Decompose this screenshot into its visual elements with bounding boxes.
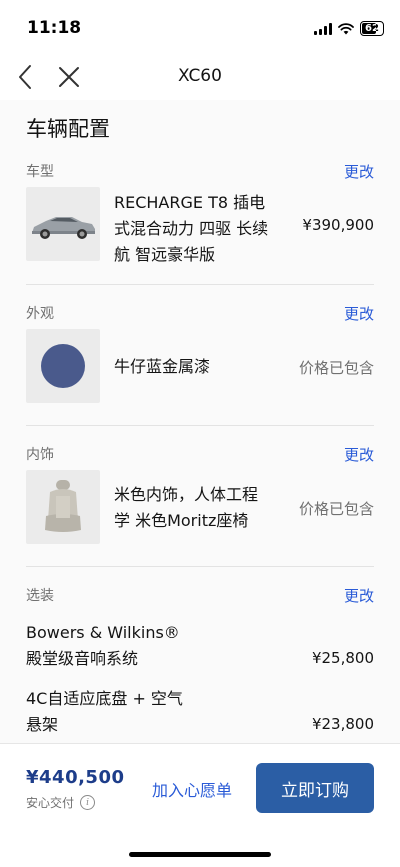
interior-name: 米色内饰，人体工程 学 米色Moritz座椅 xyxy=(114,485,259,530)
configuration-content[interactable]: 车辆配置 车型 更改 RECHARGE T8 插电 式混合动力 四驱 长续 航 … xyxy=(0,100,400,743)
add-to-wishlist-link[interactable]: 加入心愿单 xyxy=(152,777,232,801)
page-title: 车辆配置 xyxy=(26,117,110,141)
divider xyxy=(26,284,374,285)
paint-swatch xyxy=(41,344,85,388)
section-label-model: 车型 xyxy=(26,164,54,180)
section-label-interior: 内饰 xyxy=(26,447,54,463)
nav-bar: XC60 xyxy=(0,54,400,100)
battery-icon: 62 xyxy=(360,21,384,36)
section-label-exterior: 外观 xyxy=(26,306,54,322)
change-options-link[interactable]: 更改 xyxy=(344,585,374,606)
model-name: RECHARGE T8 插电 式混合动力 四驱 长续 航 智远豪华版 xyxy=(114,193,269,264)
divider xyxy=(26,566,374,567)
delivery-label: 安心交付 xyxy=(26,796,75,810)
change-exterior-link[interactable]: 更改 xyxy=(344,303,374,324)
battery-level: 62 xyxy=(365,23,379,34)
nav-title: XC60 xyxy=(178,66,222,86)
wifi-icon xyxy=(338,22,354,34)
bottom-bar: ¥440,500 安心交付 i 加入心愿单 立即订购 xyxy=(0,743,400,867)
interior-price: 价格已包含 xyxy=(298,500,374,518)
status-icons: 62 xyxy=(314,21,384,36)
divider xyxy=(26,425,374,426)
paint-thumbnail xyxy=(26,329,100,403)
section-interior: 内饰 更改 米色内饰，人体工程 学 米色Moritz座椅 价格已包含 xyxy=(26,444,374,544)
status-bar: 11:18 62 xyxy=(0,0,400,54)
option-item-price: ¥25,800 xyxy=(311,649,374,667)
home-indicator xyxy=(129,852,271,857)
exterior-name: 牛仔蓝金属漆 xyxy=(114,357,211,376)
section-exterior: 外观 更改 牛仔蓝金属漆 价格已包含 xyxy=(26,303,374,403)
car-image xyxy=(32,217,95,239)
status-time: 11:18 xyxy=(27,18,82,38)
change-model-link[interactable]: 更改 xyxy=(344,161,374,182)
exterior-price: 价格已包含 xyxy=(298,359,374,377)
order-now-button[interactable]: 立即订购 xyxy=(256,763,374,813)
change-interior-link[interactable]: 更改 xyxy=(344,444,374,465)
option-item-name: Bowers & Wilkins® 殿堂级音响系统 xyxy=(26,623,180,668)
cellular-signal-icon xyxy=(314,22,332,35)
option-item-name: 4C自适应底盘 + 空气 悬架 xyxy=(26,689,183,734)
seat-image xyxy=(45,480,81,532)
section-label-options: 选装 xyxy=(26,588,54,604)
car-thumbnail xyxy=(26,187,100,261)
info-icon[interactable]: i xyxy=(80,795,96,810)
delivery-assurance: 安心交付 i xyxy=(26,794,96,811)
option-item-price: ¥23,800 xyxy=(311,715,374,733)
section-model: 车型 更改 RECHARGE T8 插电 式混合动力 四驱 长续 航 智远豪华版… xyxy=(26,161,374,264)
model-price: ¥390,900 xyxy=(302,216,374,234)
section-options: 选装 更改 Bowers & Wilkins® 殿堂级音响系统 ¥25,800 … xyxy=(26,585,374,734)
seat-thumbnail xyxy=(26,470,100,544)
total-price: ¥440,500 xyxy=(26,767,125,788)
